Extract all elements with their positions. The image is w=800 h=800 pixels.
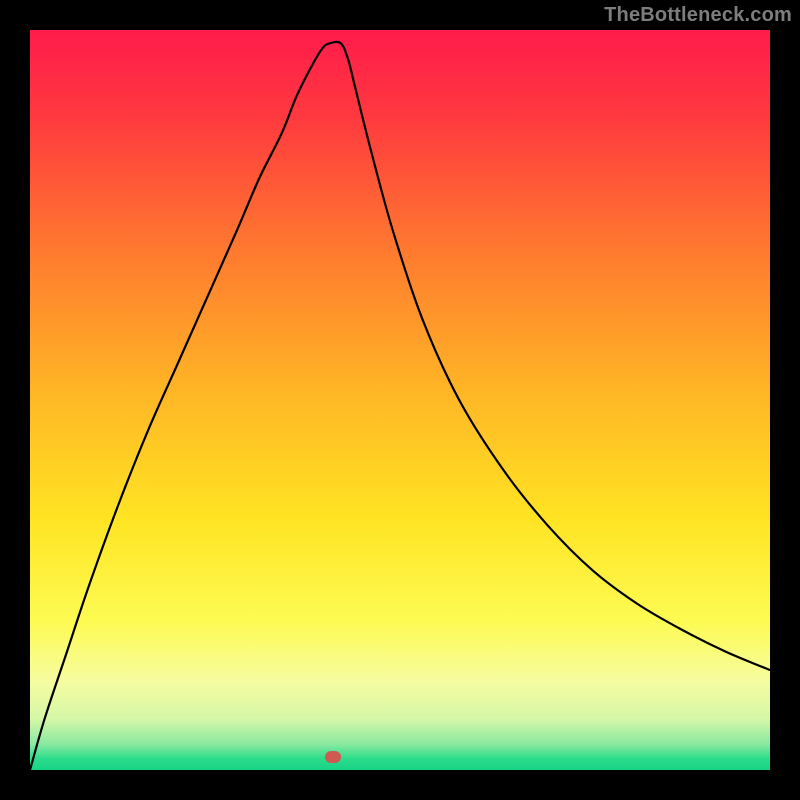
bottleneck-curve — [30, 30, 770, 770]
watermark-text: TheBottleneck.com — [604, 4, 792, 27]
plot-area — [30, 30, 770, 770]
chart-canvas: TheBottleneck.com — [0, 0, 800, 800]
optimal-point-marker — [325, 751, 341, 763]
